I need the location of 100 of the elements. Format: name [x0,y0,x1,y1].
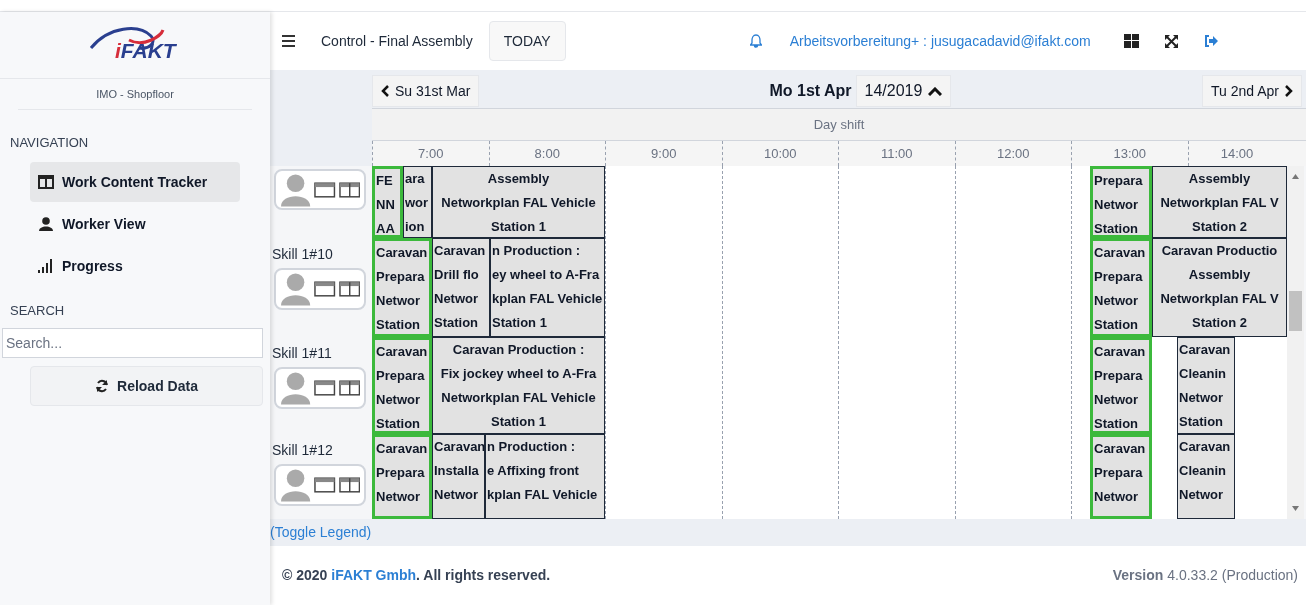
task-text: Networ [434,290,480,308]
person-icon [280,468,312,502]
task-text: Networ [1179,486,1225,504]
toggle-legend-link[interactable]: (Toggle Legend) [270,522,372,543]
task-text: ey wheel to A-Fra [492,266,601,284]
task-block[interactable]: Caravan Installa Networ [432,434,485,519]
section-heading: NAVIGATION [10,135,89,150]
scroll-down-icon[interactable] [1292,506,1299,511]
section-heading: SEARCH [10,303,65,318]
week-picker-button[interactable]: 14/2019 [855,75,952,107]
window-icon [314,380,336,396]
reload-button[interactable]: Reload Data [30,366,263,406]
task-text: Prepara [1094,172,1144,190]
task-text: Caravan Production : [452,341,585,359]
task-text: Station [434,314,480,332]
task-block[interactable]: Assembly Networkplan FAL V Station 2 [1152,166,1287,238]
task-text: Caravan [1179,341,1232,359]
task-text: Caravan Productio [1161,242,1278,260]
task-text: Prepara [376,367,426,385]
person-icon [280,272,312,306]
table-icon [38,175,54,189]
task-text: Installa [434,462,480,480]
task-block[interactable]: Caravan Prepara Networ Station [372,337,432,434]
task-text: Cleanin [1179,462,1227,480]
copyright-text: © 2020 iFAKT Gmbh. All rights reserved. [282,566,551,585]
task-text: Station [1094,220,1140,235]
logout-icon[interactable] [1203,35,1218,47]
notification-bell-icon[interactable] [749,34,762,48]
task-text: Assembly [1188,170,1251,188]
worker-card[interactable] [274,169,366,210]
window-icon [314,477,336,493]
task-block[interactable]: Caravan Cleanin Networ [1177,434,1235,519]
task-block[interactable]: n Production : e Affixing front kplan FAL Vehicle [485,434,605,519]
task-text: AA [376,220,396,235]
task-text: Station 2 [1192,314,1247,332]
page-title: Control - Final Assembly [321,31,473,51]
task-block[interactable]: Caravan Prepara Networ Station [1090,337,1152,434]
task-text: Caravan [376,440,428,458]
chevron-left-icon [381,85,390,97]
task-block[interactable]: Caravan Drill flo Networ Station [432,238,490,337]
task-block[interactable]: ara wor ion [403,166,432,238]
window-icon [314,181,336,198]
worker-card[interactable] [274,367,366,409]
task-text: Networ [434,486,480,504]
window-icon [314,281,336,297]
task-text: Networ [1179,389,1225,407]
today-button[interactable]: TODAY [488,21,566,61]
shift-label: Day shift [813,115,865,134]
grid-icon[interactable] [1123,34,1139,48]
task-text: Caravan [1094,343,1147,361]
task-block[interactable]: FE NN AA [372,166,403,238]
nav-item[interactable]: Worker View [30,204,240,244]
task-text: NN [376,196,396,214]
task-text: Fix jockey wheel to A-Fra [440,365,597,383]
task-text: Drill flo [434,266,480,284]
task-block[interactable]: Prepara Networ Station [1090,166,1152,238]
task-text: Networ [1094,196,1140,214]
task-text: kplan FAL Vehicle [487,486,599,504]
task-text: Networ [1094,391,1140,409]
task-text: Station [376,316,422,334]
version-text: Version 4.0.33.2 (Production) [1112,566,1298,585]
worker-card[interactable] [274,464,366,506]
user-link[interactable]: Arbeitsvorbereitung+ : jusugacadavid@ifakt.com [789,30,1091,52]
scroll-up-icon[interactable] [1292,174,1299,179]
scrollbar-thumb[interactable] [1289,291,1302,331]
task-block[interactable]: Caravan Productio Assembly Networkplan FAL V Station 2 [1152,238,1287,337]
task-text: Caravan [1094,440,1147,458]
fullscreen-icon[interactable] [1164,34,1178,48]
search-field[interactable]: Search... [2,328,263,358]
task-text: Cleanin [1179,365,1227,383]
task-block[interactable]: Caravan Prepara Networ Station [372,238,432,337]
task-text: n Production : [487,438,577,456]
task-block[interactable]: Caravan Prepara Networ [372,434,432,519]
current-date: Mo 1st Apr [769,81,852,101]
hour-label: 8:00 [534,144,560,163]
task-text: Networkplan FAL Vehicle [441,194,596,212]
task-block[interactable]: Caravan Cleanin Networ Station [1177,337,1235,434]
task-block[interactable]: Caravan Prepara Networ Station [1090,238,1152,337]
split-window-icon [338,477,360,493]
next-day-button[interactable]: Tu 2nd Apr [1202,75,1302,107]
task-block[interactable]: Caravan Prepara Networ [1090,434,1152,519]
worker-card[interactable] [274,268,366,310]
lane-label: Skill 1#12 [271,441,334,460]
task-text: Station 1 [492,314,548,332]
scrollbar[interactable] [1287,166,1304,519]
task-text: Caravan [376,343,428,361]
task-text: FE [376,172,394,190]
task-text: n Production : [492,242,582,260]
split-window-icon [338,380,360,396]
task-text: kplan FAL Vehicle [492,290,603,308]
task-text: Station [376,415,422,431]
task-text: Station [1094,316,1140,334]
menu-icon[interactable] [282,35,295,47]
nav-item[interactable]: Work Content Tracker [30,162,240,202]
task-text: Networ [376,292,422,310]
previous-day-button[interactable]: Su 31st Mar [372,75,480,107]
signal-bars-icon [38,259,54,273]
nav-item[interactable]: Progress [30,246,240,286]
task-block[interactable]: n Production : ey wheel to A-Fra kplan FAL Vehicle Station 1 [490,238,605,337]
task-text: Caravan [376,244,428,262]
